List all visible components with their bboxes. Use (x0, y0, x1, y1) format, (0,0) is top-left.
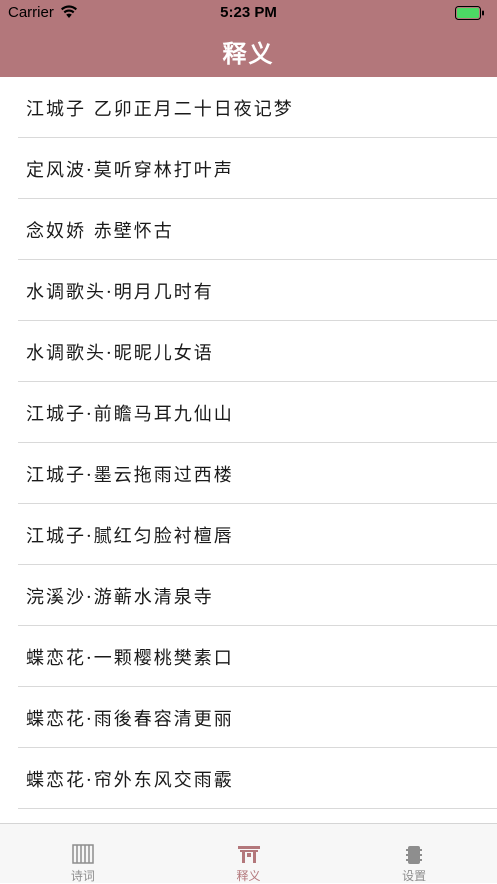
tab-poems[interactable]: 诗词 (0, 824, 166, 883)
navigation-header: Carrier 5:23 PM 释义 (0, 0, 497, 77)
battery-icon (455, 6, 485, 24)
list-item-label: 蝶恋花·雨後春容清更丽 (26, 709, 234, 730)
list-item-label: 江城子 乙卯正月二十日夜记梦 (26, 99, 294, 120)
list-item-label: 定风波·莫听穿林打叶声 (26, 160, 234, 181)
list-item-label: 江城子·墨云拖雨过西楼 (26, 465, 234, 486)
gear-icon (406, 846, 423, 864)
list-item-label: 江城子·前瞻马耳九仙山 (26, 404, 234, 425)
tab-label: 释义 (236, 869, 261, 883)
list-item[interactable]: 江城子·前瞻马耳九仙山 (18, 382, 497, 443)
list-item[interactable]: 水调歌头·昵昵儿女语 (18, 321, 497, 382)
tab-bar: 诗词 释义 设置 (0, 823, 497, 883)
tab-meaning[interactable]: 释义 (166, 824, 332, 883)
list-item[interactable]: 蝶恋花·帘外东风交雨霰 (18, 748, 497, 809)
list-item[interactable]: 江城子·腻红匀脸衬檀唇 (18, 504, 497, 565)
page-title: 释义 (222, 39, 275, 68)
tab-settings[interactable]: 设置 (331, 824, 497, 883)
list-item-label: 江城子·腻红匀脸衬檀唇 (26, 526, 234, 547)
status-bar: Carrier 5:23 PM (0, 0, 497, 26)
list-item-label: 念奴娇 赤壁怀古 (26, 221, 174, 242)
list-item[interactable]: 蝶恋花·雨後春容清更丽 (18, 687, 497, 748)
list-item[interactable]: 江城子 乙卯正月二十日夜记梦 (18, 77, 497, 138)
list-item-label: 水调歌头·昵昵儿女语 (26, 343, 214, 364)
list-item-label: 蝶恋花·帘外东风交雨霰 (26, 770, 234, 791)
tab-label: 诗词 (70, 869, 95, 883)
list-item[interactable]: 江城子·墨云拖雨过西楼 (18, 443, 497, 504)
list-item[interactable]: 水调歌头·明月几时有 (18, 260, 497, 321)
status-time: 5:23 PM (220, 4, 277, 21)
list-item-label: 水调歌头·明月几时有 (26, 282, 214, 303)
list-item[interactable]: 定风波·莫听穿林打叶声 (18, 138, 497, 199)
tab-label: 设置 (402, 869, 427, 883)
list-item-label: 蝶恋花·一颗樱桃樊素口 (26, 648, 234, 669)
gate-icon (237, 846, 260, 863)
poem-list: 江城子 乙卯正月二十日夜记梦 定风波·莫听穿林打叶声 念奴娇 赤壁怀古 水调歌头… (0, 77, 497, 823)
list-item[interactable]: 念奴娇 赤壁怀古 (18, 199, 497, 260)
book-icon (72, 844, 94, 864)
list-item[interactable]: 蝶恋花·一颗樱桃樊素口 (18, 626, 497, 687)
list-item-label: 浣溪沙·游蕲水清泉寺 (26, 587, 214, 608)
list-item[interactable]: 浣溪沙·游蕲水清泉寺 (18, 565, 497, 626)
